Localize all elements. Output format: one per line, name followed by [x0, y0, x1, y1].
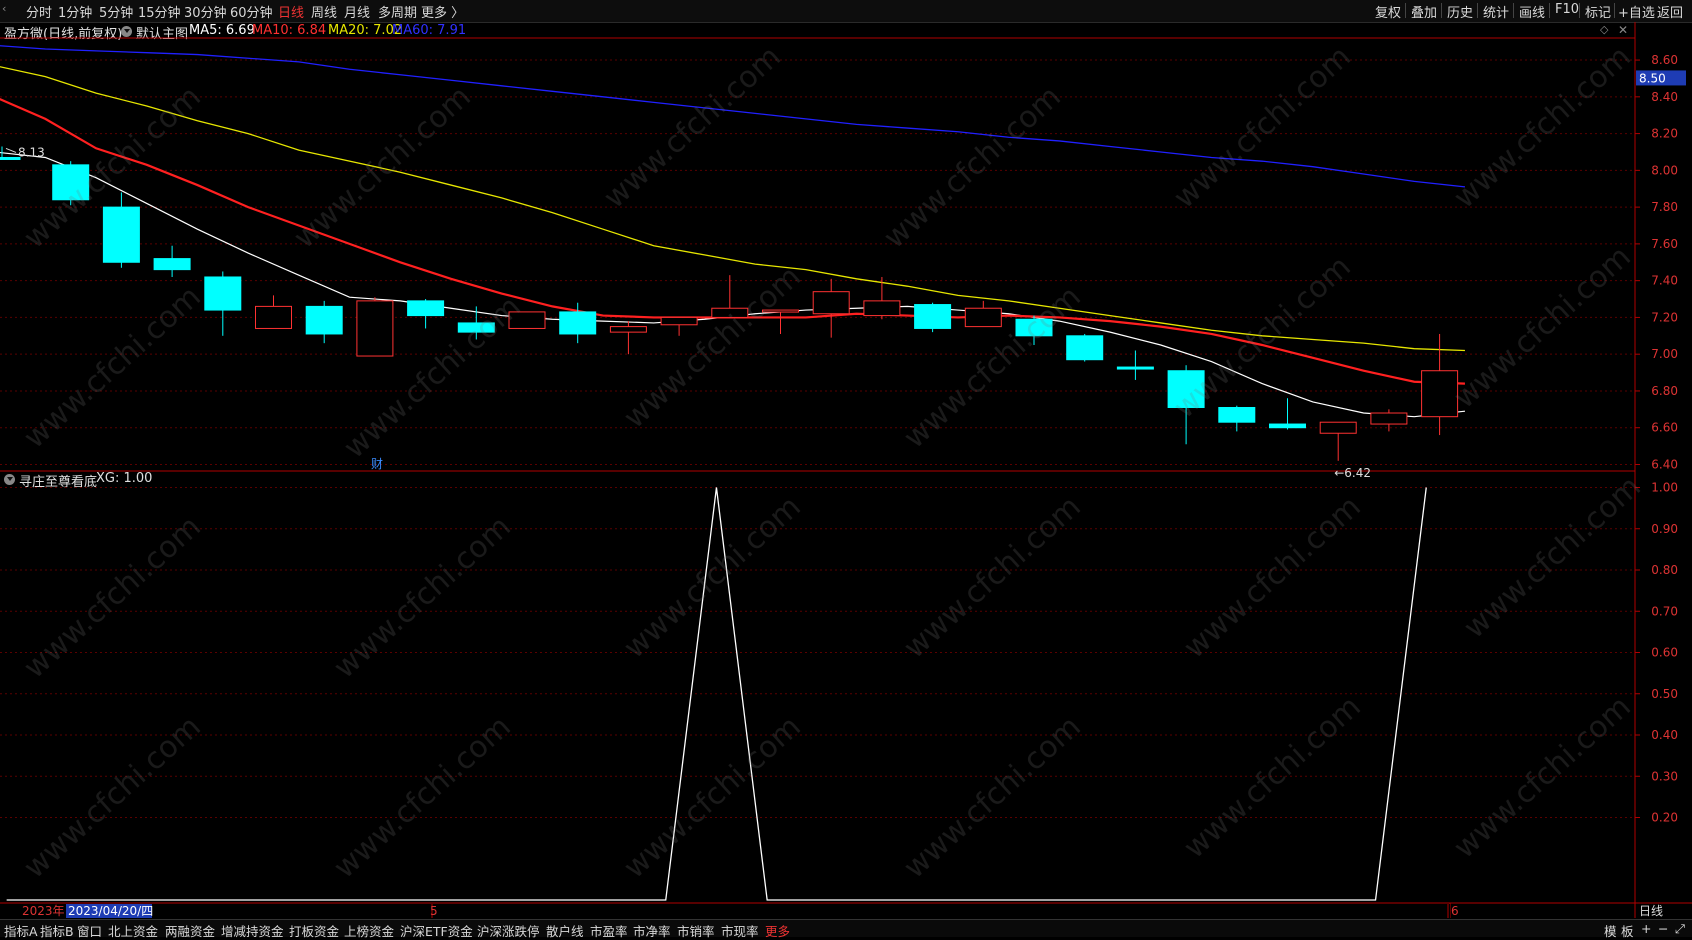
- indicator-tick-label: 0.60: [1651, 646, 1678, 660]
- tab-limit-stats[interactable]: 沪深涨跌停: [477, 921, 540, 940]
- tab-dragon-tiger[interactable]: 上榜资金: [344, 921, 394, 940]
- indicator-tick-label: 0.20: [1651, 811, 1678, 825]
- template-button[interactable]: 模: [1604, 921, 1617, 940]
- candle-body[interactable]: [1218, 406, 1256, 423]
- candle-body[interactable]: [660, 316, 698, 326]
- date-axis-bg: [0, 904, 1450, 918]
- ma60-line: [0, 45, 1466, 188]
- candle-body[interactable]: [711, 307, 749, 318]
- candle-body[interactable]: [812, 291, 850, 315]
- candle-body[interactable]: [1421, 370, 1459, 418]
- candle-body[interactable]: [1015, 318, 1053, 337]
- candle-body[interactable]: [457, 322, 495, 333]
- tab-pb[interactable]: 市净率: [633, 921, 671, 940]
- candle-body[interactable]: [559, 311, 597, 335]
- tab-northbound[interactable]: 北上资金: [108, 921, 158, 940]
- indicator-tick-label: 0.90: [1651, 522, 1678, 536]
- candle-body[interactable]: [305, 305, 343, 335]
- price-tick-label: 7.20: [1651, 310, 1678, 324]
- period-label: 日线: [1639, 904, 1663, 918]
- candle-body[interactable]: [964, 307, 1002, 328]
- zoom-in-icon[interactable]: +: [1641, 921, 1651, 936]
- bottom-indicator-tabs: 指标A 指标B 窗口 北上资金 两融资金 增减持资金 打板资金 上榜资金 沪深E…: [0, 919, 1692, 940]
- price-tick-label: 8.20: [1651, 127, 1678, 141]
- year-label: 2023年: [22, 904, 65, 918]
- tab-pe[interactable]: 市盈率: [590, 921, 628, 940]
- candle-body[interactable]: [762, 309, 799, 313]
- tab-holdings-change[interactable]: 增减持资金: [221, 921, 284, 940]
- indicator-tick-label: 0.30: [1651, 769, 1678, 783]
- tab-window[interactable]: 窗口: [77, 921, 102, 940]
- candle-body[interactable]: [153, 258, 191, 271]
- zoom-out-icon[interactable]: −: [1658, 921, 1668, 936]
- price-tick-label: 7.60: [1651, 237, 1678, 251]
- indicator-tick-label: 0.50: [1651, 687, 1678, 701]
- cursor-date-label: 2023/04/20/四: [68, 904, 153, 918]
- tab-indicator-b[interactable]: 指标B: [40, 921, 74, 940]
- price-tick-label: 6.40: [1651, 457, 1678, 471]
- chart-canvas[interactable]: 6.40 6.60 6.80 7.00 7.20 7.40 7.60 7.80 8.00 8.20…: [0, 0, 1692, 936]
- tab-more[interactable]: 更多: [765, 921, 790, 940]
- candle-body[interactable]: [1370, 412, 1408, 425]
- board-button[interactable]: 板: [1621, 921, 1634, 940]
- low-price-label: ←6.42: [1334, 466, 1371, 480]
- tab-limit-up-funds[interactable]: 打板资金: [289, 921, 339, 940]
- expand-icon[interactable]: ⤢: [1675, 921, 1685, 937]
- current-price-label: 8.50: [1639, 71, 1666, 85]
- candle-body[interactable]: [1116, 366, 1154, 370]
- candle-body[interactable]: [863, 300, 901, 317]
- candle-body[interactable]: [914, 304, 952, 329]
- candle-body[interactable]: [204, 276, 242, 311]
- candle-body[interactable]: [356, 300, 394, 357]
- indicator-tick-label: 1.00: [1651, 481, 1678, 495]
- tab-etf-funds[interactable]: 沪深ETF资金: [400, 921, 473, 940]
- price-tick-label: 7.80: [1651, 200, 1678, 214]
- indicator-tick-label: 0.80: [1651, 563, 1678, 577]
- indicator-tick-label: 0.70: [1651, 604, 1678, 618]
- price-tick-label: 8.40: [1651, 90, 1678, 104]
- tab-margin[interactable]: 两融资金: [165, 921, 215, 940]
- high-price-label: 8.13: [18, 145, 45, 159]
- candle-body[interactable]: [407, 300, 445, 317]
- month-label-6: 6: [1451, 904, 1459, 918]
- high-marker-line: [5, 147, 17, 153]
- candle-body[interactable]: [255, 305, 292, 329]
- price-tick-label: 6.60: [1651, 421, 1678, 435]
- candle-body[interactable]: [1319, 421, 1357, 434]
- candle-body[interactable]: [0, 156, 21, 160]
- tab-retail-line[interactable]: 散户线: [546, 921, 584, 940]
- tab-ps[interactable]: 市销率: [677, 921, 715, 940]
- candle-body[interactable]: [1269, 423, 1306, 429]
- price-tick-label: 8.60: [1651, 53, 1678, 67]
- price-tick-label: 8.00: [1651, 163, 1678, 177]
- finance-marker: 财: [371, 457, 383, 471]
- price-tick-label: 7.40: [1651, 274, 1678, 288]
- candle-body[interactable]: [102, 206, 140, 263]
- price-tick-label: 6.80: [1651, 384, 1678, 398]
- month-label-5: 5: [430, 904, 438, 918]
- candle-body[interactable]: [1167, 370, 1205, 408]
- tab-pcf[interactable]: 市现率: [721, 921, 759, 940]
- price-tick-label: 7.00: [1651, 347, 1678, 361]
- indicator-tick-label: 0.40: [1651, 728, 1678, 742]
- candle-body[interactable]: [609, 326, 647, 333]
- candle-body[interactable]: [1066, 335, 1104, 361]
- tab-indicator-a[interactable]: 指标A: [4, 921, 38, 940]
- candle-body[interactable]: [52, 164, 90, 201]
- candle-body[interactable]: [508, 311, 546, 329]
